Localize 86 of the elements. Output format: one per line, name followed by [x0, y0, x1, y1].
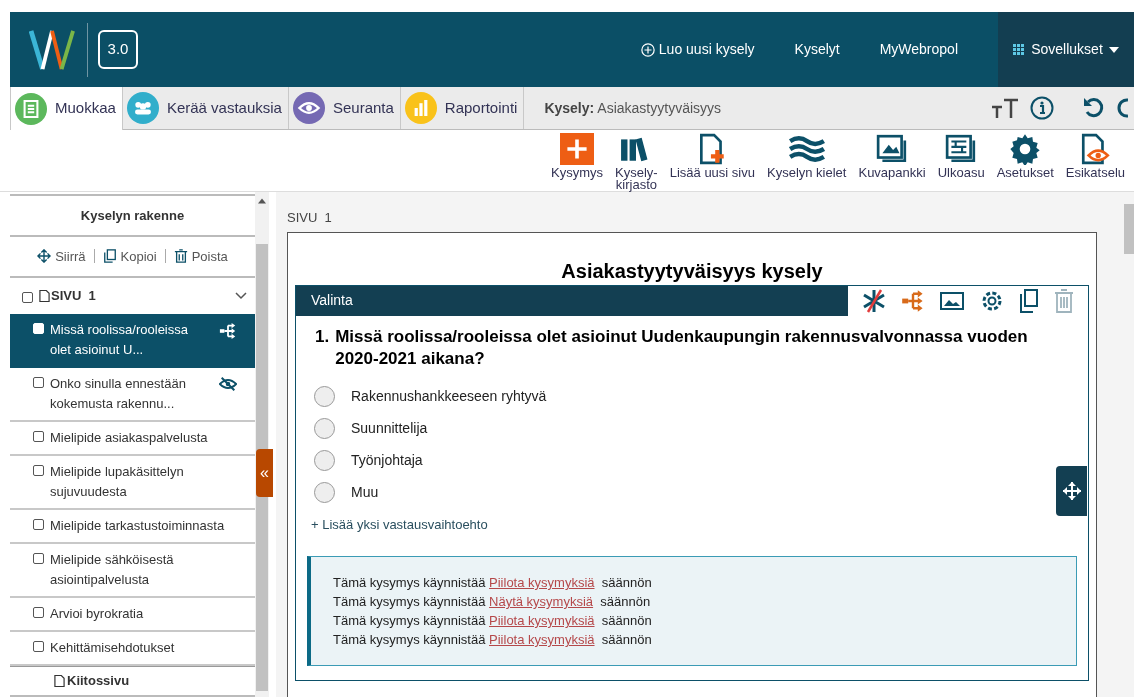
- eye-off-icon: [219, 376, 237, 392]
- apps-menu[interactable]: Sovellukset: [998, 12, 1134, 87]
- copy-icon[interactable]: [1018, 288, 1039, 313]
- radio-button[interactable]: [314, 481, 335, 503]
- checkbox[interactable]: [33, 431, 44, 442]
- rule-text: Tämä kysymys käynnistää Piilota kysymyksiä säännön: [333, 631, 653, 649]
- radio-button[interactable]: [314, 449, 335, 471]
- checkbox[interactable]: [22, 292, 33, 304]
- page-row[interactable]: SIVU 1: [10, 278, 255, 314]
- image-stack-icon: [876, 133, 909, 165]
- image-icon[interactable]: [940, 290, 965, 311]
- option-label: Muu: [351, 482, 379, 502]
- move-icon: [1061, 480, 1082, 501]
- option-label: Rakennushankkeeseen ryhtyvä: [351, 386, 547, 406]
- info-icon: [1030, 96, 1054, 120]
- page-title: SIVU 1: [51, 287, 96, 306]
- action-button[interactable]: Siirrä: [37, 246, 86, 267]
- checkbox[interactable]: [33, 465, 44, 476]
- logo-icon: [29, 28, 77, 71]
- toolbar-button[interactable]: Asetukset: [990, 130, 1060, 191]
- rule-text: Tämä kysymys käynnistää Piilota kysymyksiä säännön: [333, 612, 653, 630]
- option-label: Työnjohtaja: [351, 450, 423, 470]
- scrollbar-thumb[interactable]: [1124, 204, 1134, 254]
- add-page-icon: [698, 133, 727, 165]
- branch-icon: [901, 288, 925, 313]
- undo-icon[interactable]: [1082, 96, 1106, 120]
- toolbar-button[interactable]: Lisää uusi sivu: [663, 130, 761, 191]
- action-button[interactable]: Kopioi: [102, 246, 157, 267]
- layout-icon: [945, 133, 978, 165]
- rule-link[interactable]: Näytä kysymyksiä: [489, 594, 594, 609]
- question-type-bar: Valinta: [296, 285, 848, 316]
- page-icon: [39, 289, 50, 304]
- radio-button[interactable]: [314, 385, 335, 407]
- tab[interactable]: Muokkaa: [10, 87, 123, 130]
- action-button[interactable]: Poista: [173, 246, 228, 267]
- survey-name: Kysely: Asiakastyytyväisyys: [544, 98, 722, 118]
- plus-circle-icon: [640, 42, 655, 57]
- move-handle[interactable]: [1056, 465, 1087, 516]
- checkbox[interactable]: [33, 641, 44, 652]
- rule-link[interactable]: Piilota kysymyksiä: [489, 613, 595, 628]
- toolbar-button[interactable]: Esikatselu: [1059, 130, 1131, 191]
- text-size-icon: [990, 97, 1020, 119]
- nav-link[interactable]: MyWebropol: [879, 39, 958, 60]
- scroll-up-icon[interactable]: [258, 198, 266, 204]
- question-text: Missä roolissa/rooleissa olet asioinut Uudenkaupungin rakennusvalvonnassa vuoden 2020-2021 aikana?: [335, 325, 1029, 370]
- redo-icon[interactable]: [1116, 96, 1128, 120]
- collapse-button[interactable]: «: [256, 449, 273, 497]
- checkbox[interactable]: [33, 607, 44, 618]
- gear-icon: [1009, 133, 1042, 165]
- trash-icon: [173, 249, 188, 264]
- copy-icon: [102, 249, 117, 264]
- toolbar-button[interactable]: Kysymys: [545, 130, 610, 191]
- rule-link[interactable]: Piilota kysymyksiä: [489, 632, 595, 647]
- checkbox[interactable]: [33, 553, 44, 564]
- chevron-down-icon[interactable]: [235, 292, 247, 301]
- option-label: Suunnittelija: [351, 418, 428, 438]
- nav-link[interactable]: Kyselyt: [794, 39, 840, 60]
- question-number: 1.: [315, 325, 330, 348]
- rule-text: Tämä kysymys käynnistää Näytä kysymyksiä säännön: [333, 593, 652, 611]
- scrollbar-thumb[interactable]: [256, 244, 268, 691]
- grid-icon: [1013, 43, 1026, 56]
- question-item[interactable]: Missä roolissa/rooleissa olet asioinut U...: [10, 314, 255, 368]
- radio-button[interactable]: [314, 417, 335, 439]
- waves-icon: [788, 135, 825, 163]
- nav-link[interactable]: Luo uusi kysely: [640, 39, 755, 60]
- survey-title: Asiakastyytyväisyys kysely: [560, 258, 824, 283]
- checkbox[interactable]: [33, 377, 44, 388]
- toolbar-button[interactable]: Kuvapankki: [852, 130, 932, 191]
- end-page-title: Kiitossivu: [67, 672, 130, 691]
- toolbar-button[interactable]: Kysely- kirjasto: [609, 130, 664, 191]
- plus-icon: [560, 133, 595, 165]
- page-label: SIVU 1: [287, 209, 333, 227]
- rule-link[interactable]: Piilota kysymyksiä: [489, 575, 595, 590]
- add-option-link[interactable]: + Lisää yksi vastausvaihtoehto: [311, 514, 488, 534]
- page-icon: [54, 674, 65, 688]
- branch-icon: [219, 322, 237, 340]
- rule-text: Tämä kysymys käynnistää Piilota kysymyksiä säännön: [333, 574, 653, 592]
- caret-icon: [1108, 46, 1119, 53]
- toolbar-button[interactable]: Ulkoasu: [931, 130, 991, 191]
- toolbar-button[interactable]: Kyselyn kielet: [761, 130, 853, 191]
- asterisk-crossed-icon[interactable]: [861, 288, 886, 313]
- checkbox[interactable]: [33, 519, 44, 530]
- move-icon: [37, 249, 52, 264]
- end-page-row[interactable]: Kiitossivu: [10, 666, 255, 697]
- version-badge: 3.0: [98, 30, 138, 69]
- preview-icon: [1079, 133, 1112, 165]
